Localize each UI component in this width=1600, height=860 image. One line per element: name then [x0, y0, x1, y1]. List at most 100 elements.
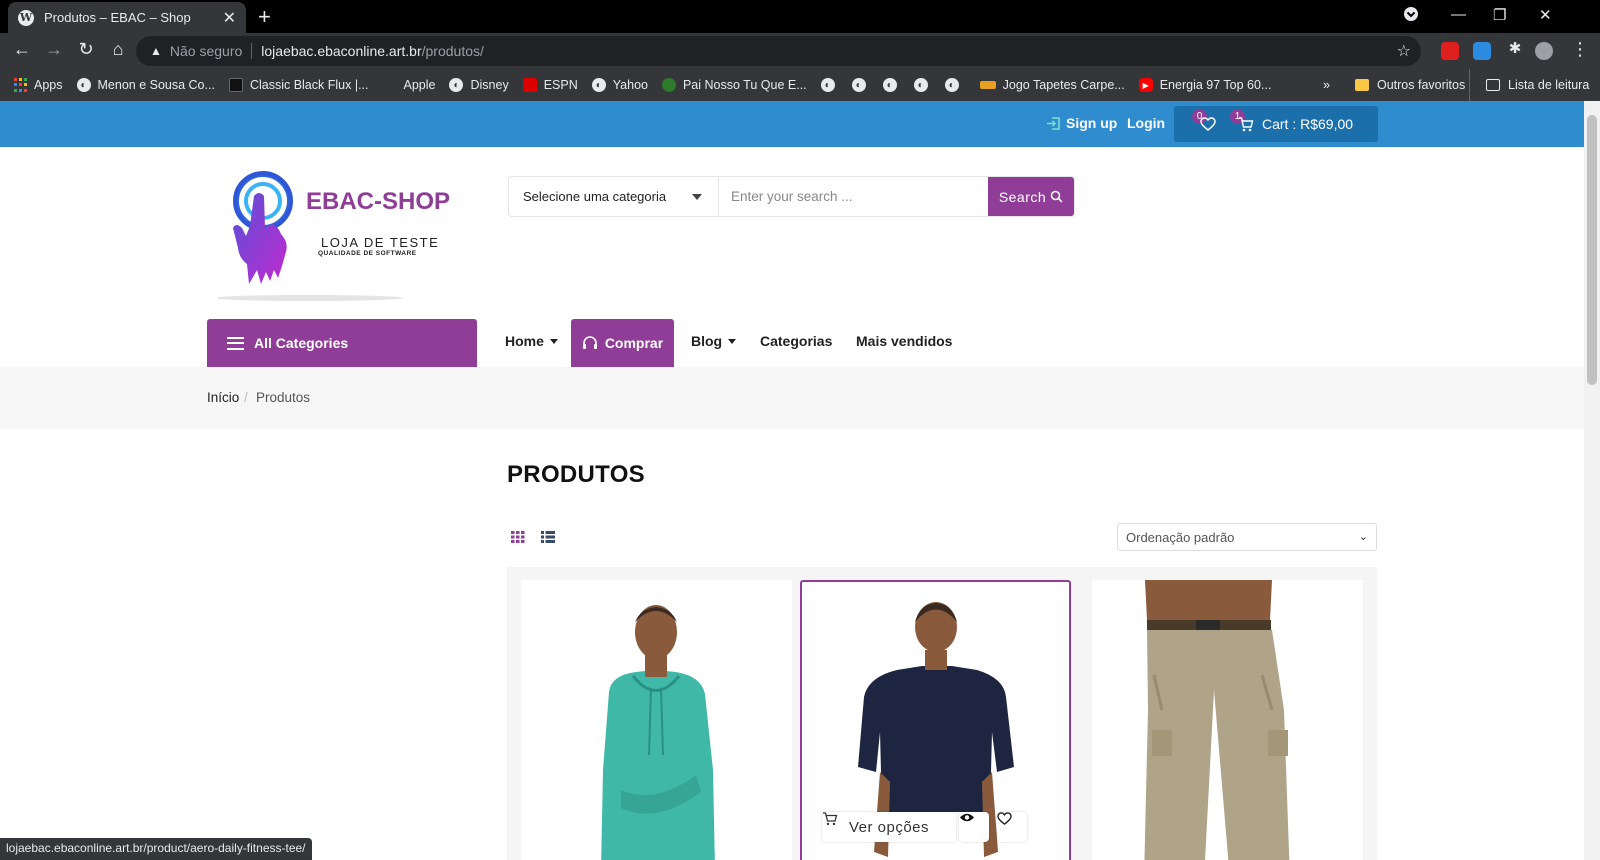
breadcrumb: Início / Produtos [0, 367, 1584, 429]
home-icon[interactable]: ⌂ [106, 39, 130, 60]
bookmark-globe-1[interactable]: ◐ [820, 78, 842, 92]
bookmark-classic-black[interactable]: Classic Black Flux |... [228, 78, 369, 92]
globe-icon: ◐ [449, 78, 464, 92]
search-button-label: Search [998, 188, 1047, 205]
nav-comprar[interactable]: Comprar [571, 319, 674, 367]
tab-title: Produtos – EBAC – Shop [44, 10, 191, 25]
bookmark-jogo-tapetes[interactable]: Jogo Tapetes Carpe... [979, 78, 1125, 92]
address-bar[interactable]: ▲ Não seguro lojaebac.ebaconline.art.br … [136, 36, 1421, 66]
address-path: /produtos/ [421, 43, 484, 59]
ver-opcoes-label: Ver opções [848, 818, 930, 836]
bookmark-globe-4[interactable]: ◐ [913, 78, 935, 92]
cart-total-label: Cart : R$69,00 [1262, 116, 1354, 132]
more-menu-icon[interactable]: ⋮ [1568, 39, 1592, 60]
back-icon[interactable]: ← [10, 39, 34, 60]
sort-select[interactable]: Ordenação padrão ⌄ [1117, 523, 1377, 551]
category-select-label: Selecione uma categoria [523, 189, 667, 204]
signup-link[interactable]: Sign up [1046, 115, 1117, 131]
category-select[interactable]: Selecione uma categoria [509, 177, 719, 216]
scrollbar-thumb[interactable] [1587, 115, 1597, 385]
close-window-icon[interactable]: ✕ [1539, 6, 1552, 24]
warning-icon[interactable]: ▲ [150, 44, 162, 58]
nav-blog[interactable]: Blog [691, 333, 737, 349]
product-image-hoodie [601, 605, 715, 860]
breadcrumb-current: Produtos [256, 390, 311, 405]
new-tab-icon[interactable]: + [258, 4, 271, 30]
profile-menu-icon[interactable] [1403, 6, 1419, 26]
heart-icon [997, 812, 1012, 826]
bookmark-disney[interactable]: ◐ Disney [449, 78, 509, 92]
brand-name: EBAC-SHOP [306, 188, 451, 215]
bookmark-energia-97[interactable]: ▶ Energia 97 Top 60... [1138, 78, 1271, 92]
nav-home[interactable]: Home [505, 333, 558, 349]
other-favorites[interactable]: Outros favoritos [1355, 69, 1465, 101]
avatar[interactable] [1535, 42, 1553, 60]
product-card[interactable]: Ver opções [800, 580, 1071, 860]
browser-toolbar: ← → ↻ ⌂ ▲ Não seguro lojaebac.ebaconline… [0, 33, 1600, 69]
bookmark-pai-nosso[interactable]: Pai Nosso Tu Que E... [661, 78, 807, 92]
search-input[interactable] [719, 177, 988, 216]
bookmarks-bar: Apps ◐ Menon e Sousa Co... Classic Black … [0, 69, 1600, 101]
minimize-icon[interactable]: — [1451, 6, 1466, 23]
nav-comprar-label: Comprar [604, 335, 664, 351]
close-tab-icon[interactable]: ✕ [223, 8, 236, 28]
page-scrollbar[interactable] [1584, 101, 1600, 860]
cloud-extension-icon[interactable] [1473, 42, 1491, 60]
bookmark-label: ESPN [543, 78, 578, 92]
web-page: Sign up Login 0 1 Cart : R$69,00 EBAC-SH… [0, 101, 1600, 860]
grid-view-icon[interactable] [511, 531, 525, 543]
bookmark-label: Yahoo [612, 78, 648, 92]
breadcrumb-separator: / [244, 390, 248, 405]
reload-icon[interactable]: ↻ [74, 39, 98, 60]
bookmark-globe-5[interactable]: ◐ [944, 78, 966, 92]
reading-list[interactable]: Lista de leitura [1469, 69, 1589, 101]
bookmark-star-icon[interactable]: ☆ [1397, 41, 1411, 61]
cart-button[interactable]: 0 1 Cart : R$69,00 [1174, 106, 1378, 142]
reading-list-icon [1486, 79, 1500, 91]
breadcrumb-home[interactable]: Início [207, 390, 239, 405]
all-categories-button[interactable]: All Categories [207, 319, 477, 367]
list-view-icon[interactable] [541, 531, 555, 543]
nav-categorias[interactable]: Categorias [760, 333, 832, 349]
santander-extension-icon[interactable] [1441, 42, 1459, 60]
bookmark-globe-2[interactable]: ◐ [851, 78, 873, 92]
browser-tab[interactable]: W Produtos – EBAC – Shop ✕ [8, 2, 246, 33]
wishlist-heart-icon[interactable] [1200, 117, 1216, 132]
headset-icon [582, 335, 597, 349]
bookmark-apple[interactable]: Apple [383, 78, 436, 92]
add-to-wishlist-button[interactable] [997, 812, 1027, 842]
forward-icon[interactable]: → [42, 39, 66, 60]
bookmarks-overflow-label: » [1323, 78, 1330, 92]
chevron-down-icon: ⌄ [1358, 531, 1368, 543]
bookmark-label: Menon e Sousa Co... [97, 78, 215, 92]
brand-tagline: QUALIDADE DE SOFTWARE [318, 250, 417, 257]
quick-view-button[interactable] [959, 812, 989, 842]
extensions-puzzle-icon[interactable]: ✱ [1503, 39, 1527, 57]
globe-icon: ◐ [944, 78, 959, 92]
bookmarks-overflow[interactable]: » [1323, 69, 1330, 101]
bookmark-label: Classic Black Flux |... [249, 78, 369, 92]
top-bar: Sign up Login 0 1 Cart : R$69,00 [0, 101, 1584, 147]
bookmark-apps[interactable]: Apps [14, 78, 63, 92]
security-label[interactable]: Não seguro [170, 43, 242, 59]
page-title: PRODUTOS [507, 461, 645, 488]
wordpress-icon: W [18, 9, 34, 26]
nav-mais-vendidos-label: Mais vendidos [856, 333, 953, 349]
eye-icon [960, 813, 974, 822]
nav-mais-vendidos[interactable]: Mais vendidos [856, 333, 952, 349]
nav-categorias-label: Categorias [760, 333, 833, 349]
product-card[interactable] [1092, 580, 1363, 860]
folder-icon [1355, 79, 1369, 91]
bookmark-globe-3[interactable]: ◐ [882, 78, 904, 92]
site-icon [979, 81, 996, 89]
all-categories-label: All Categories [254, 335, 349, 351]
bookmark-menon[interactable]: ◐ Menon e Sousa Co... [76, 78, 215, 92]
ver-opcoes-button[interactable]: Ver opções [822, 812, 956, 842]
apple-icon [383, 78, 397, 92]
bookmark-yahoo[interactable]: ◐ Yahoo [591, 78, 648, 92]
bookmark-espn[interactable]: ESPN [522, 78, 578, 92]
search-button[interactable]: Search [988, 177, 1074, 216]
restore-icon[interactable]: ❐ [1493, 6, 1506, 24]
product-card[interactable] [521, 580, 792, 860]
login-link[interactable]: Login [1127, 115, 1165, 131]
